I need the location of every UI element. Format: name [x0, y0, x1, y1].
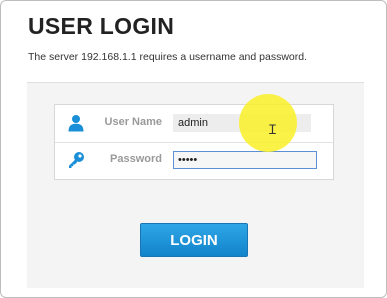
- password-row: Password: [55, 142, 333, 179]
- login-dialog: USER LOGIN The server 192.168.1.1 requir…: [0, 0, 387, 298]
- password-input[interactable]: [173, 151, 317, 169]
- text-cursor-icon: Ｉ: [266, 123, 280, 138]
- server-message: The server 192.168.1.1 requires a userna…: [28, 51, 307, 63]
- user-icon: [67, 114, 85, 132]
- username-label: User Name: [104, 116, 162, 128]
- page-title: USER LOGIN: [28, 13, 175, 39]
- key-icon: [67, 151, 85, 169]
- password-label: Password: [110, 153, 162, 165]
- login-panel: User Name Password LOGIN: [27, 82, 364, 288]
- login-button[interactable]: LOGIN: [140, 223, 248, 257]
